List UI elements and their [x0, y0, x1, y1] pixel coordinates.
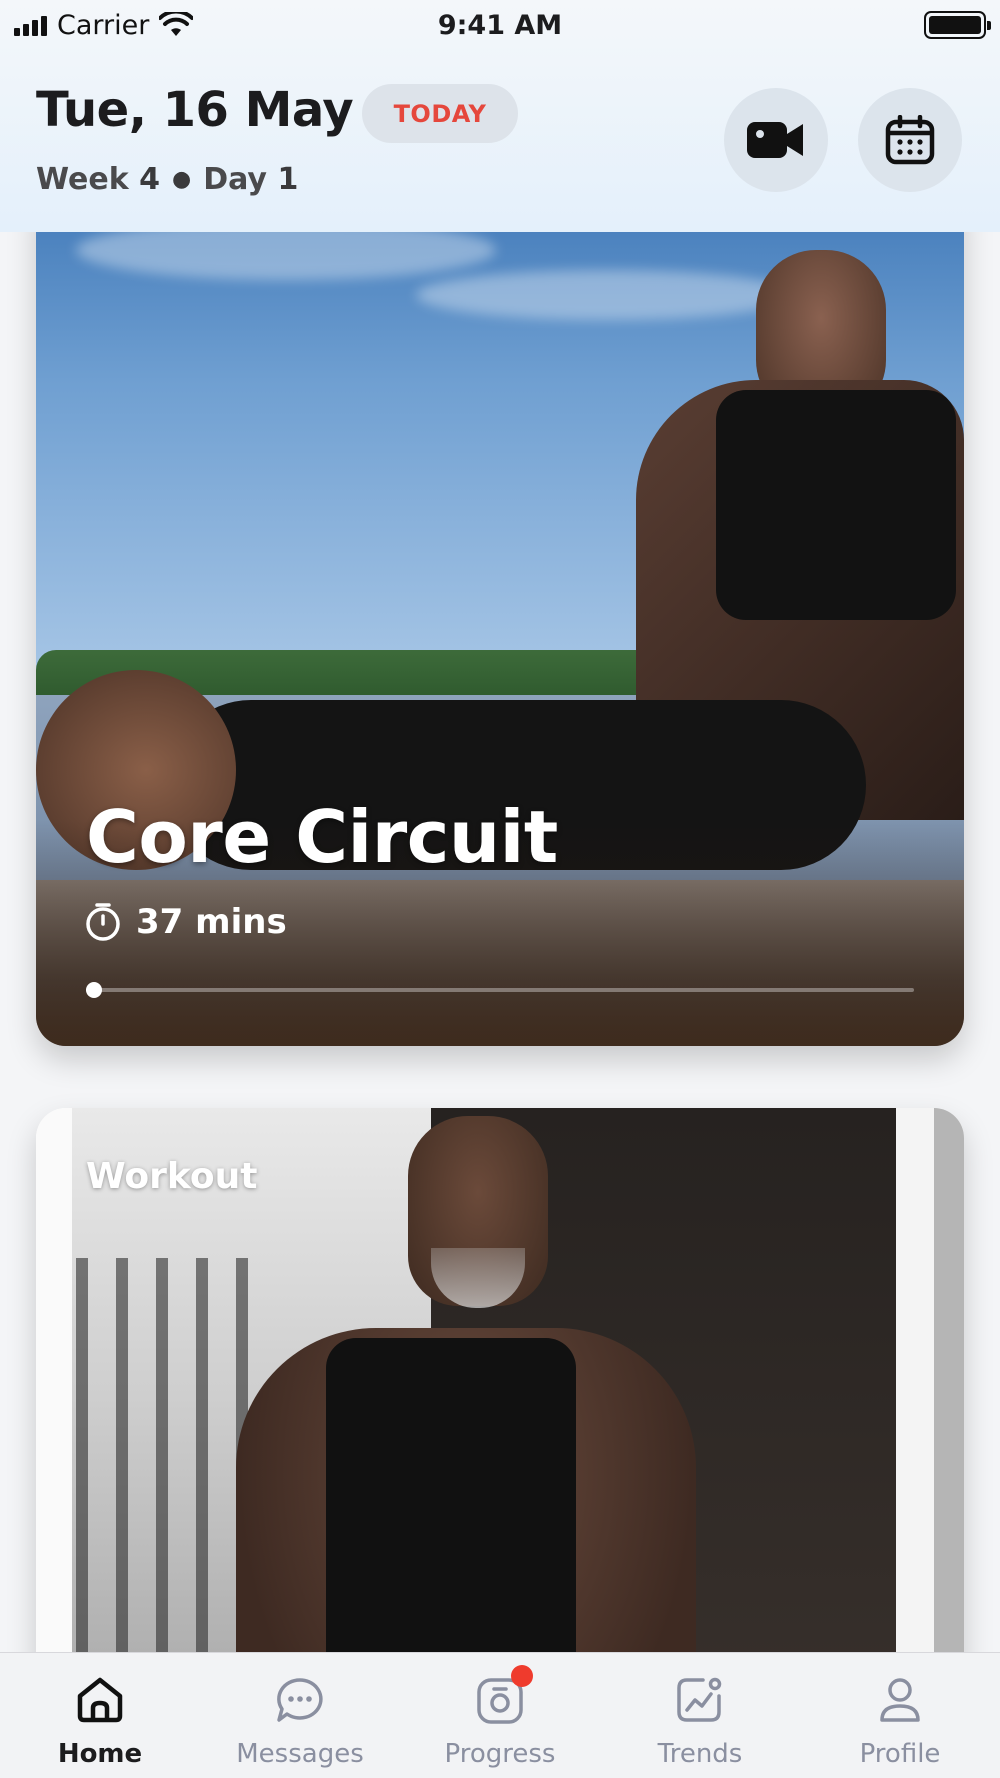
person-icon — [873, 1673, 927, 1727]
calendar-icon — [885, 115, 935, 165]
status-bar: Carrier 9:41 AM — [0, 0, 1000, 50]
video-camera-icon — [747, 122, 803, 158]
day-label: Day — [203, 162, 267, 197]
duration-label: 37 mins — [136, 902, 287, 942]
tab-label: Home — [57, 1739, 143, 1769]
workout-card-core-circuit[interactable]: Core Circuit 37 mins — [36, 180, 964, 1046]
chat-icon — [273, 1673, 327, 1727]
week-label: Week — [36, 162, 129, 197]
tab-profile[interactable]: Profile — [800, 1653, 1000, 1778]
trend-chart-icon — [673, 1673, 727, 1727]
card-label: Workout — [86, 1156, 258, 1197]
tab-progress[interactable]: Progress — [400, 1653, 600, 1778]
home-icon — [73, 1673, 127, 1727]
battery-icon — [924, 11, 991, 39]
tab-label: Messages — [236, 1739, 364, 1769]
tab-bar: Home Messages Progress Trends Profile — [0, 1652, 1000, 1778]
page-title: Tue, 16 May — [36, 82, 354, 138]
today-button[interactable]: TODAY — [362, 84, 518, 143]
week-day-line: Week 4 ● Day 1 — [36, 162, 298, 197]
separator-dot: ● — [172, 167, 192, 192]
tab-home[interactable]: Home — [0, 1653, 200, 1778]
tab-label: Progress — [444, 1739, 556, 1769]
progress-bar — [86, 982, 914, 998]
tab-label: Trends — [657, 1739, 743, 1769]
card-title: Core Circuit — [86, 795, 558, 879]
carrier-label: Carrier — [57, 9, 150, 41]
wifi-icon — [159, 12, 194, 36]
tab-trends[interactable]: Trends — [600, 1653, 800, 1778]
week-number: 4 — [139, 162, 160, 197]
tab-messages[interactable]: Messages — [200, 1653, 400, 1778]
tab-label: Profile — [859, 1739, 941, 1769]
video-button[interactable] — [724, 88, 828, 192]
status-left: Carrier — [14, 9, 194, 41]
day-number: 1 — [277, 162, 299, 197]
duration: 37 mins — [84, 902, 287, 942]
calendar-button[interactable] — [858, 88, 962, 192]
header: Carrier 9:41 AM Tue, 16 May TODAY Week 4… — [0, 0, 1000, 232]
notification-badge — [511, 1665, 533, 1687]
camera-icon — [473, 1665, 533, 1727]
signal-icon — [14, 14, 47, 36]
stopwatch-icon — [86, 903, 120, 941]
